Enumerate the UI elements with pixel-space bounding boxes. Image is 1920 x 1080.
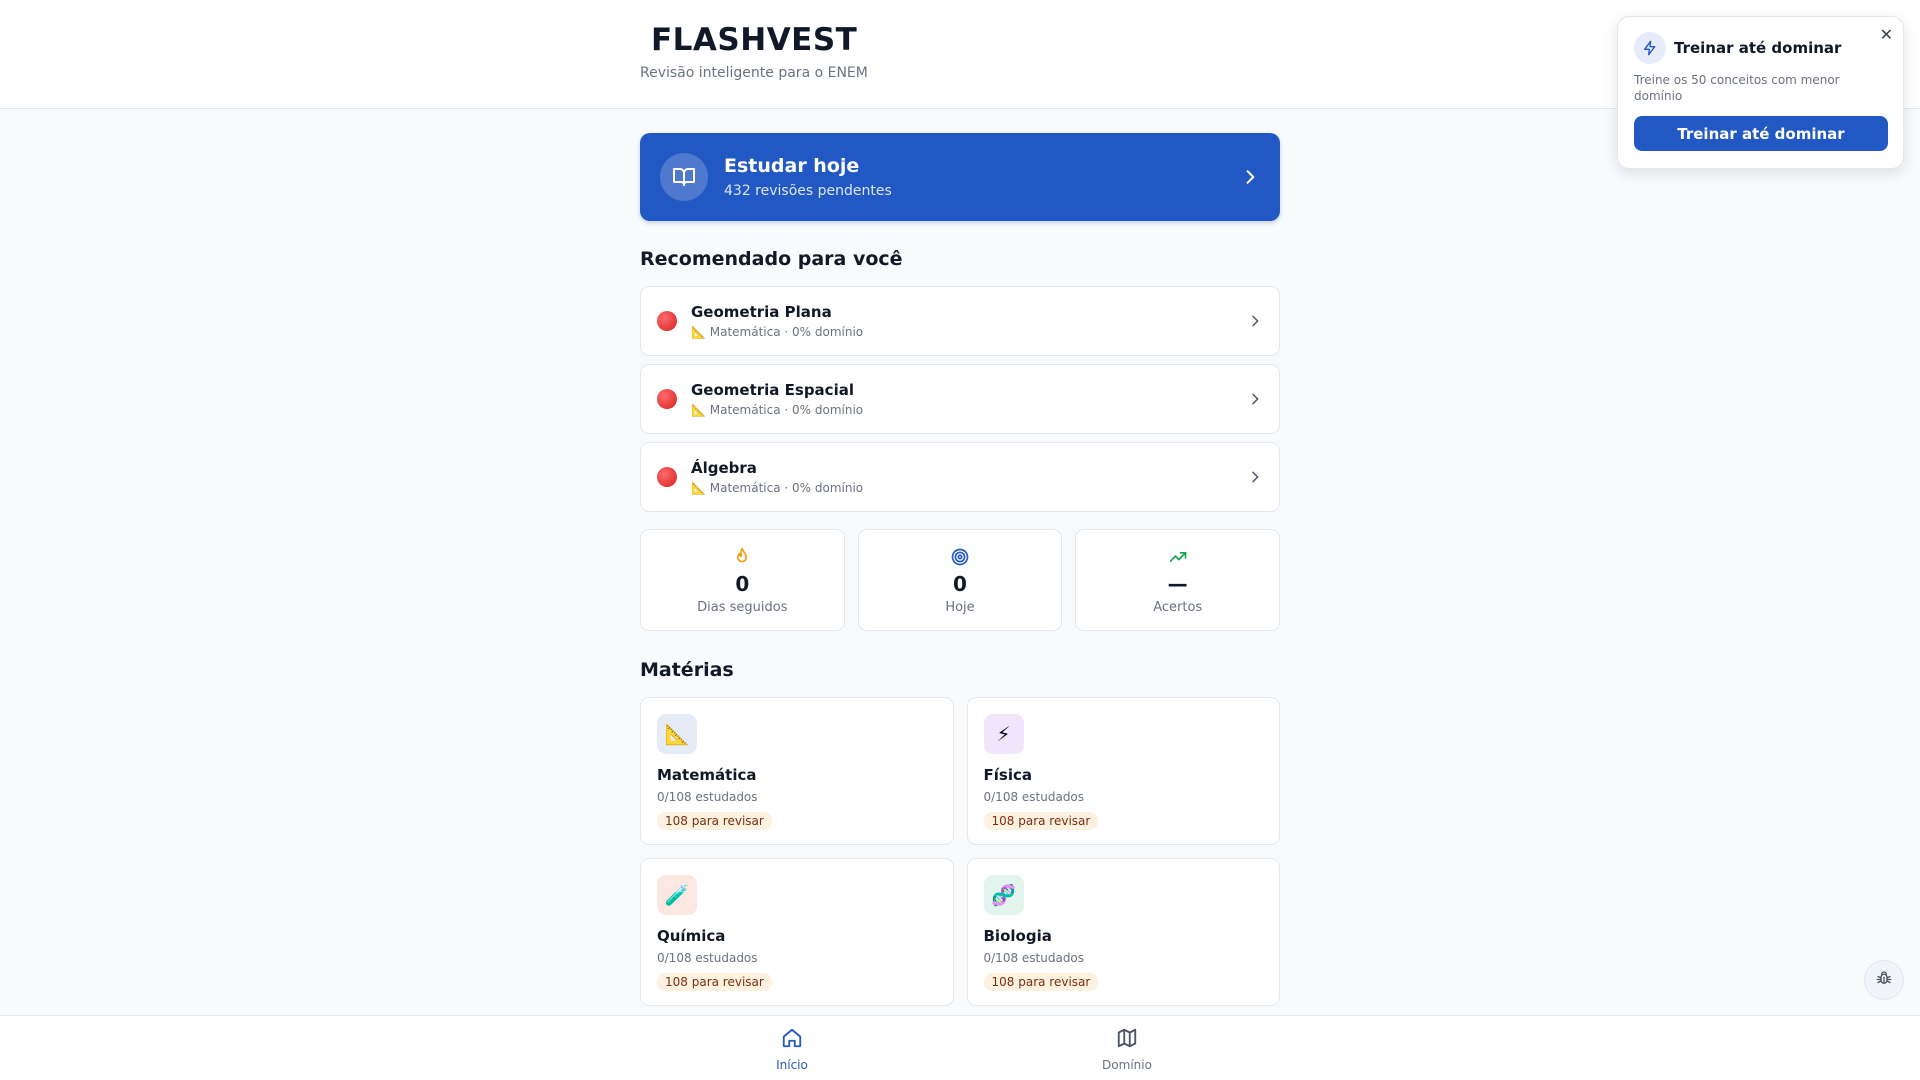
train-popup: ✕ Treinar até dominar Treine os 50 conce…: [1617, 16, 1904, 169]
lightning-icon: ⚡: [983, 714, 1024, 754]
target-icon: [950, 546, 970, 568]
nav-item-label: Domínio: [1102, 1058, 1152, 1072]
debug-button[interactable]: [1864, 960, 1904, 1000]
review-badge: 108 para revisar: [657, 973, 772, 991]
app-subtitle: Revisão inteligente para o ENEM: [640, 65, 868, 81]
stat-value: —: [1167, 571, 1188, 596]
stat-label: Hoje: [945, 599, 975, 615]
recommended-item-name: Álgebra: [691, 459, 757, 477]
popup-description: Treine os 50 conceitos com menor domínio: [1634, 73, 1840, 103]
subject-name: Física: [983, 766, 1032, 784]
app-title: FLASHVEST: [651, 22, 858, 58]
nav-item-home[interactable]: Início: [732, 1027, 852, 1072]
subject-name: Matemática: [657, 766, 757, 784]
close-icon[interactable]: ✕: [1880, 25, 1893, 44]
subject-name: Biologia: [983, 927, 1052, 945]
bug-icon: [1875, 969, 1893, 991]
subject-progress: 0/108 estudados: [983, 790, 1085, 804]
subject-card-matematica[interactable]: 📐 Matemática 0/108 estudados 108 para re…: [640, 697, 954, 845]
recommended-item-name: Geometria Espacial: [691, 381, 854, 399]
nav-item-label: Início: [776, 1058, 808, 1072]
stat-today: 0 Hoje: [857, 529, 1063, 631]
train-button[interactable]: Treinar até dominar: [1634, 116, 1888, 151]
stat-streak: 0 Dias seguidos: [640, 529, 845, 631]
subject-progress: 0/108 estudados: [983, 951, 1085, 965]
stats-row: 0 Dias seguidos 0 Hoje — Acertos: [640, 529, 1281, 631]
recommended-item-text: Geometria Plana 📐 Matemática · 0% domíni…: [691, 303, 1247, 339]
subjects-grid: 📐 Matemática 0/108 estudados 108 para re…: [640, 697, 1280, 1006]
home-icon: [781, 1027, 803, 1053]
subject-progress: 0/108 estudados: [657, 790, 758, 804]
recommended-item-text: Álgebra 📐 Matemática · 0% domínio: [691, 459, 1247, 495]
bottom-nav: Início Domínio: [0, 1015, 1920, 1080]
subjects-title: Matérias: [640, 659, 734, 681]
study-today-card[interactable]: Estudar hoje 432 revisões pendentes: [640, 133, 1280, 221]
subject-card-biologia[interactable]: 🧬 Biologia 0/108 estudados 108 para revi…: [966, 858, 1280, 1006]
chevron-right-icon: [1247, 391, 1263, 407]
book-open-icon: [660, 153, 708, 201]
stat-label: Dias seguidos: [697, 599, 788, 615]
chevron-right-icon: [1240, 167, 1260, 187]
recommended-item-text: Geometria Espacial 📐 Matemática · 0% dom…: [691, 381, 1247, 417]
study-today-subtitle: 432 revisões pendentes: [724, 183, 892, 199]
subject-card-fisica[interactable]: ⚡ Física 0/108 estudados 108 para revisa…: [966, 697, 1280, 845]
trending-up-icon: [1168, 546, 1188, 568]
chevron-right-icon: [1247, 469, 1263, 485]
recommended-list: Geometria Plana 📐 Matemática · 0% domíni…: [640, 286, 1280, 512]
lightning-icon: [1634, 32, 1666, 64]
study-today-text: Estudar hoje 432 revisões pendentes: [724, 155, 1240, 199]
review-badge: 108 para revisar: [657, 812, 772, 830]
red-circle-icon: [657, 467, 677, 487]
ruler-icon: 📐: [657, 714, 697, 754]
stat-value: 0: [735, 571, 750, 596]
recommended-item-geometria-espacial[interactable]: Geometria Espacial 📐 Matemática · 0% dom…: [640, 364, 1280, 434]
recommended-item-name: Geometria Plana: [691, 303, 832, 321]
dna-icon: 🧬: [983, 875, 1024, 915]
red-circle-icon: [657, 311, 677, 331]
test-tube-icon: 🧪: [657, 875, 697, 915]
map-icon: [1116, 1027, 1138, 1053]
brand: FLASHVEST Revisão inteligente para o ENE…: [640, 22, 1280, 81]
subject-name: Química: [657, 927, 726, 945]
stat-accuracy: — Acertos: [1075, 529, 1281, 631]
chevron-right-icon: [1247, 313, 1263, 329]
stat-value: 0: [953, 571, 967, 596]
red-circle-icon: [657, 389, 677, 409]
subject-progress: 0/108 estudados: [657, 951, 758, 965]
review-badge: 108 para revisar: [983, 812, 1099, 830]
main-content: Estudar hoje 432 revisões pendentes Reco…: [640, 133, 1281, 1006]
nav-item-domain[interactable]: Domínio: [1067, 1027, 1187, 1072]
recommended-item-meta: 📐 Matemática · 0% domínio: [691, 325, 864, 339]
recommended-title: Recomendado para você: [640, 248, 903, 270]
subject-card-quimica[interactable]: 🧪 Química 0/108 estudados 108 para revis…: [640, 858, 954, 1006]
recommended-item-geometria-plana[interactable]: Geometria Plana 📐 Matemática · 0% domíni…: [640, 286, 1280, 356]
study-today-title: Estudar hoje: [724, 155, 860, 177]
recommended-item-meta: 📐 Matemática · 0% domínio: [691, 481, 864, 495]
flame-icon: [732, 546, 752, 568]
recommended-item-algebra[interactable]: Álgebra 📐 Matemática · 0% domínio: [640, 442, 1280, 512]
popup-header: Treinar até dominar: [1634, 32, 1887, 64]
popup-title: Treinar até dominar: [1674, 39, 1842, 57]
stat-label: Acertos: [1153, 599, 1203, 615]
recommended-item-meta: 📐 Matemática · 0% domínio: [691, 403, 864, 417]
review-badge: 108 para revisar: [983, 973, 1099, 991]
